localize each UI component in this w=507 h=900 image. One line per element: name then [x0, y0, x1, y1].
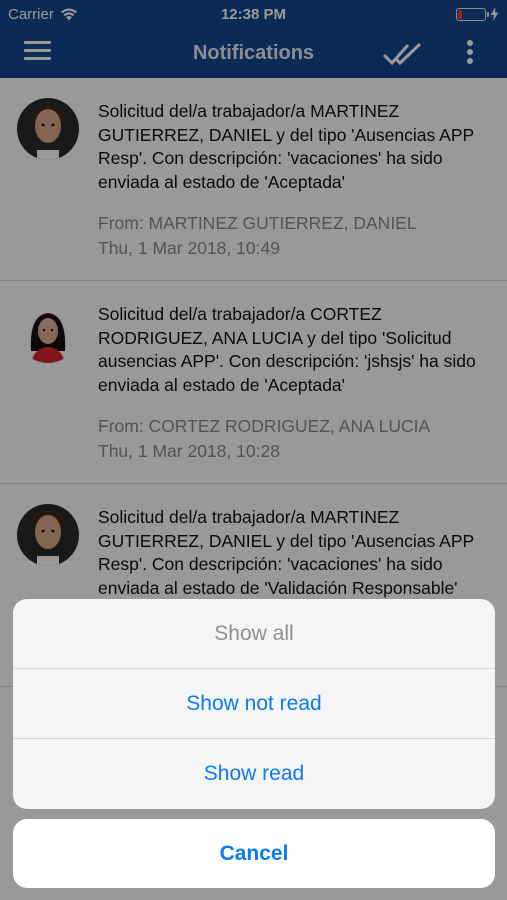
show-read-option[interactable]: Show read	[13, 739, 495, 809]
show-not-read-option[interactable]: Show not read	[13, 669, 495, 739]
filter-action-sheet: Show all Show not read Show read	[13, 599, 495, 809]
show-all-option[interactable]: Show all	[13, 599, 495, 669]
cancel-button[interactable]: Cancel	[13, 819, 495, 888]
